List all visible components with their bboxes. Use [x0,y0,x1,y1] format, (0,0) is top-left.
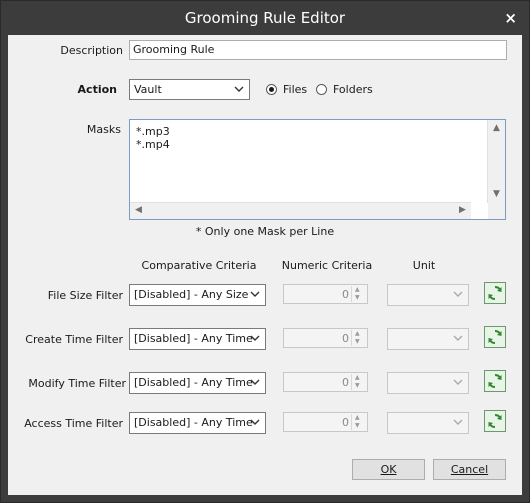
spinner-arrows[interactable]: ▲ ▼ [351,414,366,430]
modify-time-criteria-value: [Disabled] - Any Time [134,376,253,389]
window-title: Grooming Rule Editor [184,9,346,27]
access-time-numeric-value: 0 [342,416,349,429]
chevron-down-icon [250,335,260,341]
access-time-filter-label: Access Time Filter [24,417,123,430]
file-size-criteria-value: [Disabled] - Any Size [134,288,249,301]
cancel-button[interactable]: Cancel [433,459,506,480]
chevron-down-icon [234,86,244,92]
refresh-icon [488,286,502,300]
horizontal-scrollbar[interactable]: ◀ ▶ [130,202,471,219]
create-time-numeric-value: 0 [342,332,349,345]
chevron-down-icon [250,379,260,385]
chevron-down-icon [250,419,260,425]
modify-time-refresh-icon[interactable] [484,370,506,392]
dialog-client-area: Description Grooming Rule Action Vault F… [8,35,522,495]
folders-radio-label[interactable]: Folders [333,83,373,96]
chevron-down-icon [250,291,260,297]
spin-down-icon[interactable]: ▼ [355,338,360,346]
access-time-criteria-select[interactable]: [Disabled] - Any Time [129,412,266,434]
ok-button[interactable]: OK [352,459,425,480]
scrollbar-corner [488,203,505,219]
spinner-arrows[interactable]: ▲ ▼ [351,374,366,390]
file-size-numeric-spinner[interactable]: 0 ▲ ▼ [283,284,368,304]
title-bar[interactable]: Grooming Rule Editor × [1,1,529,35]
access-time-criteria-value: [Disabled] - Any Time [134,416,253,429]
access-time-refresh-icon[interactable] [484,410,506,432]
files-radio-label[interactable]: Files [283,83,307,96]
scroll-up-icon[interactable]: ▲ [489,121,504,136]
file-size-refresh-icon[interactable] [484,282,506,304]
spinner-arrows[interactable]: ▲ ▼ [351,330,366,346]
comparative-criteria-header: Comparative Criteria [141,259,257,272]
modify-time-unit-select[interactable] [387,372,469,394]
create-time-refresh-icon[interactable] [484,326,506,348]
scroll-left-icon[interactable]: ◀ [131,203,146,218]
create-time-filter-label: Create Time Filter [25,333,123,346]
spin-down-icon[interactable]: ▼ [355,382,360,390]
scroll-down-icon[interactable]: ▼ [489,187,504,202]
chevron-down-icon [453,291,463,297]
action-select-value: Vault [134,83,162,96]
files-radio[interactable] [266,84,277,95]
spin-down-icon[interactable]: ▼ [355,294,360,302]
description-label: Description [60,44,123,57]
access-time-numeric-spinner[interactable]: 0 ▲ ▼ [283,412,368,432]
refresh-icon [488,330,502,344]
masks-text[interactable]: *.mp3 *.mp4 [136,125,170,151]
chevron-down-icon [453,419,463,425]
spin-up-icon[interactable]: ▲ [355,414,360,422]
action-select[interactable]: Vault [129,79,250,100]
close-icon[interactable]: × [504,11,517,26]
modify-time-filter-label: Modify Time Filter [28,377,126,390]
chevron-down-icon [453,379,463,385]
modify-time-numeric-value: 0 [342,376,349,389]
access-time-unit-select[interactable] [387,412,469,434]
cancel-button-label: Cancel [450,463,489,476]
chevron-down-icon [453,335,463,341]
radio-selected-dot [269,87,274,92]
masks-textarea[interactable]: *.mp3 *.mp4 ▲ ▼ ◀ ▶ [129,119,506,220]
masks-label: Masks [86,123,121,136]
file-size-criteria-select[interactable]: [Disabled] - Any Size [129,284,266,306]
spin-down-icon[interactable]: ▼ [355,422,360,430]
refresh-icon [488,374,502,388]
modify-time-criteria-select[interactable]: [Disabled] - Any Time [129,372,266,394]
description-input[interactable]: Grooming Rule [129,40,507,60]
refresh-icon [488,414,502,428]
ok-button-label: OK [380,463,397,476]
spin-up-icon[interactable]: ▲ [355,374,360,382]
modify-time-numeric-spinner[interactable]: 0 ▲ ▼ [283,372,368,392]
file-size-numeric-value: 0 [342,288,349,301]
file-size-filter-label: File Size Filter [47,289,123,302]
folders-radio[interactable] [316,84,327,95]
spin-up-icon[interactable]: ▲ [355,330,360,338]
vertical-scrollbar[interactable]: ▲ ▼ [487,120,505,203]
masks-hint: * Only one Mask per Line [195,225,335,238]
unit-header: Unit [412,259,436,272]
create-time-criteria-value: [Disabled] - Any Time [134,332,253,345]
file-size-unit-select[interactable] [387,284,469,306]
create-time-numeric-spinner[interactable]: 0 ▲ ▼ [283,328,368,348]
scroll-right-icon[interactable]: ▶ [455,203,470,218]
grooming-rule-editor-window: Grooming Rule Editor × Description Groom… [0,0,530,503]
create-time-criteria-select[interactable]: [Disabled] - Any Time [129,328,266,350]
action-label: Action [77,83,117,96]
spinner-arrows[interactable]: ▲ ▼ [351,286,366,302]
create-time-unit-select[interactable] [387,328,469,350]
spin-up-icon[interactable]: ▲ [355,286,360,294]
numeric-criteria-header: Numeric Criteria [281,259,373,272]
